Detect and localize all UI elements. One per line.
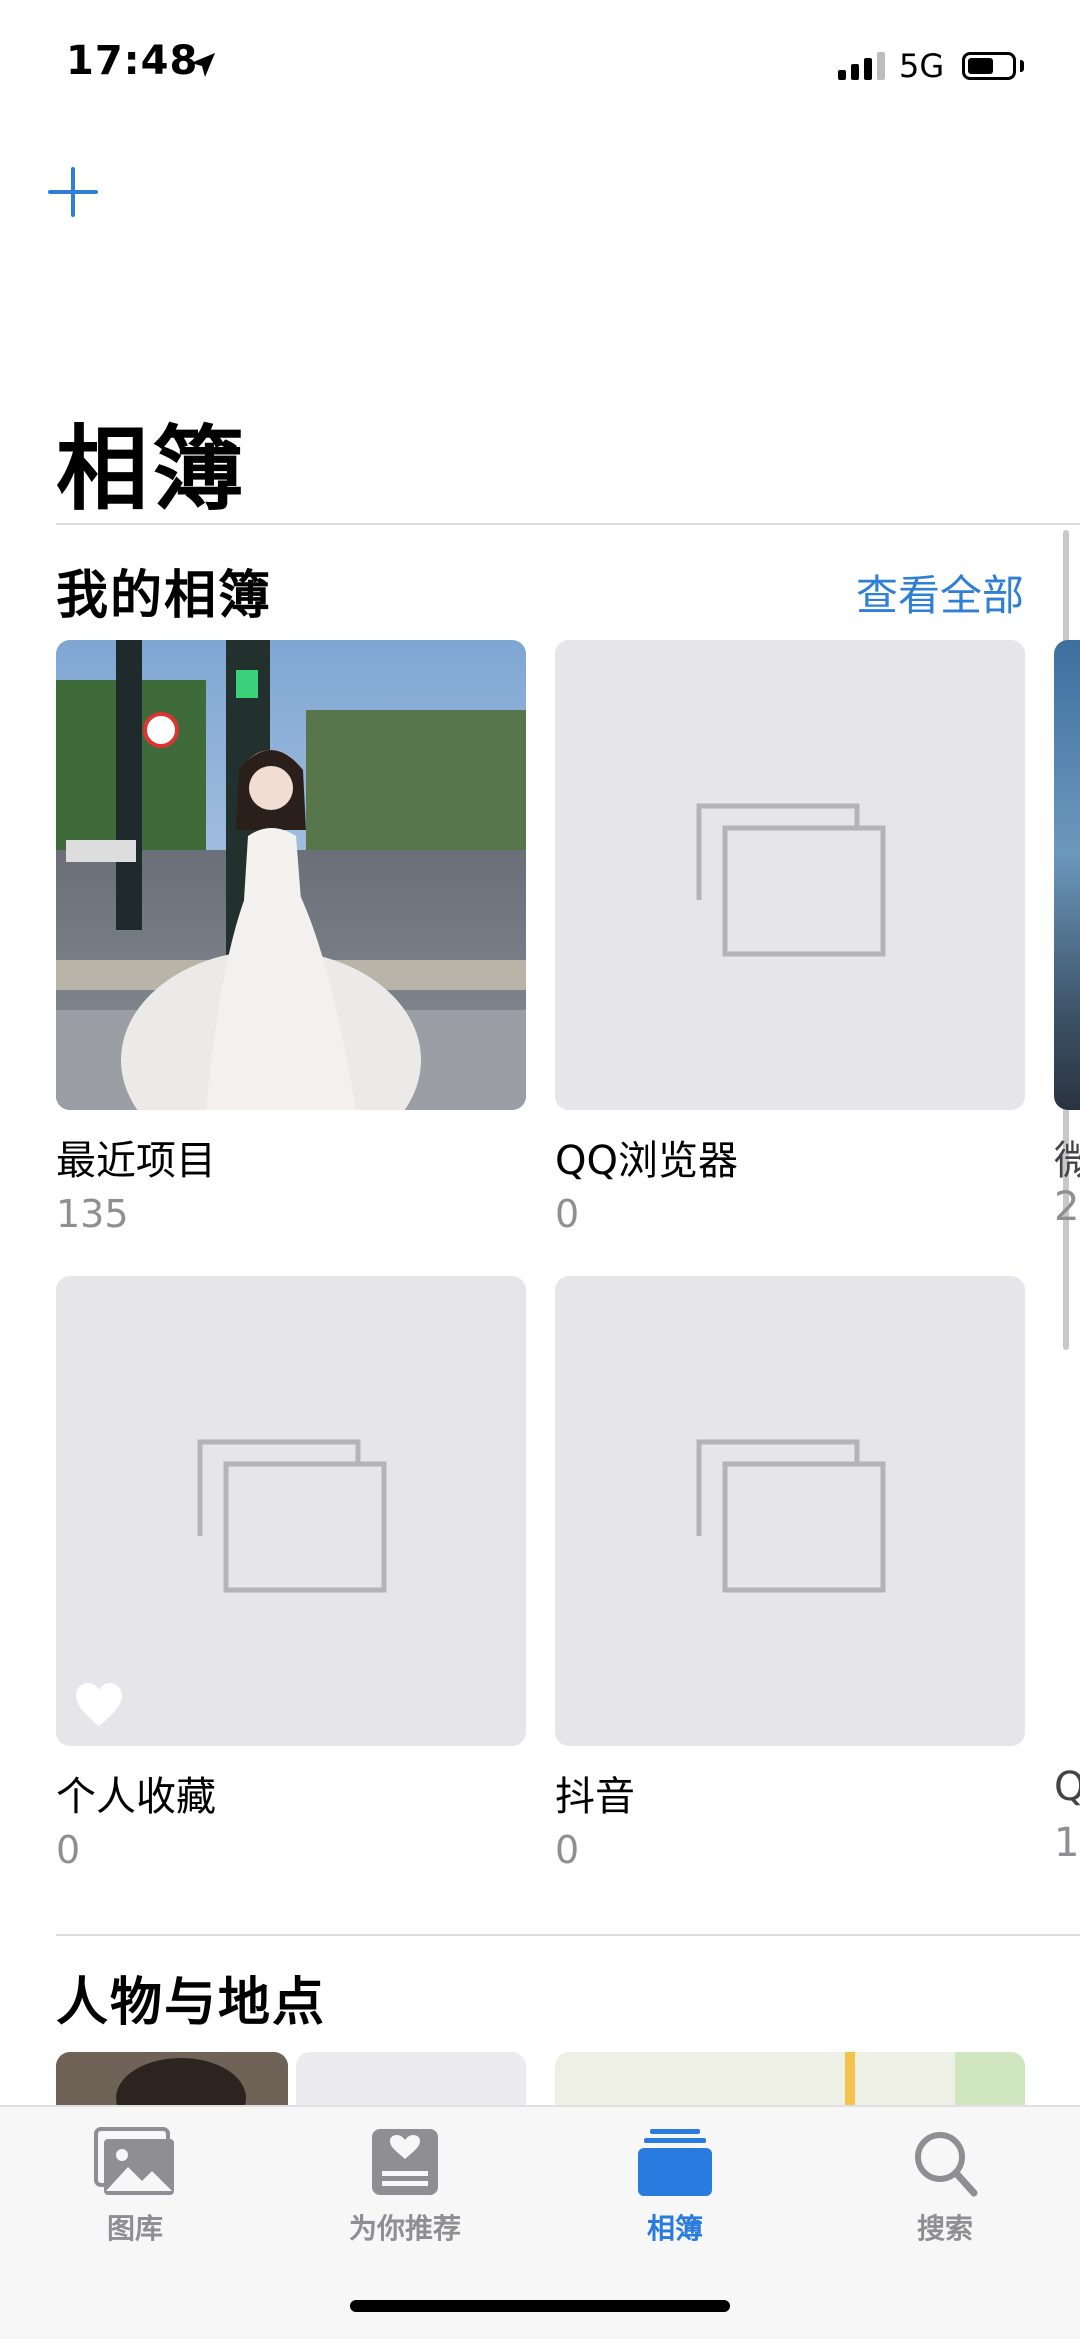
tab-search[interactable]: 搜索 (845, 2127, 1045, 2247)
section-divider (56, 1934, 1080, 1936)
tab-label: 图库 (106, 2212, 163, 2245)
album-stack-icon (197, 1439, 387, 1593)
album-count: 135 (56, 1192, 129, 1236)
album-recents-photo (56, 640, 526, 1110)
tab-label: 搜索 (916, 2212, 973, 2245)
album-count: 0 (555, 1192, 580, 1236)
tab-label: 相簿 (646, 2212, 703, 2245)
album-favorites[interactable]: 个人收藏 0 (56, 1276, 526, 1872)
heart-icon (76, 1683, 122, 1726)
album-peek-thumbnail[interactable] (1054, 640, 1080, 1110)
album-peek-name: 微 (1054, 1138, 1080, 1184)
battery-cap (1020, 60, 1024, 72)
album-recents[interactable]: 最近项目 135 (56, 640, 526, 1236)
album-name: 最近项目 (56, 1138, 216, 1184)
page-title: 相簿 (56, 416, 249, 523)
people-places-title: 人物与地点 (56, 1973, 327, 2033)
album-placeholder (56, 1276, 526, 1746)
photo-library-icon (94, 2127, 174, 2195)
album-stack-icon (696, 1439, 886, 1593)
network-type: 5G (899, 47, 945, 85)
home-indicator (350, 2300, 730, 2312)
location-arrow-icon (191, 53, 215, 77)
places-map-thumbnail[interactable] (555, 2052, 1025, 2112)
albums-icon (638, 2129, 712, 2196)
album-name: QQ浏览器 (555, 1138, 738, 1184)
status-time: 17:48 (66, 38, 199, 84)
tab-label: 为你推荐 (348, 2212, 461, 2245)
tab-library[interactable]: 图库 (35, 2127, 235, 2247)
for-you-icon (372, 2129, 438, 2195)
album-name: 个人收藏 (56, 1774, 216, 1820)
add-album-button[interactable] (46, 165, 100, 219)
album-peek-name: Q (1054, 1764, 1080, 1810)
people-thumbnail[interactable] (56, 2052, 288, 2112)
tab-albums[interactable]: 相簿 (575, 2127, 775, 2247)
album-count: 0 (555, 1828, 580, 1872)
album-placeholder (555, 640, 1025, 1110)
title-divider (56, 523, 1080, 525)
search-icon (915, 2132, 978, 2197)
see-all-link[interactable]: 查看全部 (856, 562, 1024, 623)
album-count: 0 (56, 1828, 81, 1872)
tab-for-you[interactable]: 为你推荐 (305, 2127, 505, 2247)
album-name: 抖音 (555, 1774, 635, 1820)
album-douyin[interactable]: 抖音 0 (555, 1276, 1025, 1872)
album-stack-icon (696, 803, 886, 957)
album-qq-browser[interactable]: QQ浏览器 0 (555, 640, 1025, 1236)
people-thumbnail[interactable] (296, 2052, 526, 2112)
cellular-signal-icon (838, 52, 885, 80)
album-placeholder (555, 1276, 1025, 1746)
my-albums-title: 我的相簿 (56, 566, 273, 626)
battery-icon (962, 52, 1016, 80)
album-peek-count: 2 (1054, 1184, 1080, 1230)
album-peek-count: 1 (1054, 1820, 1080, 1866)
